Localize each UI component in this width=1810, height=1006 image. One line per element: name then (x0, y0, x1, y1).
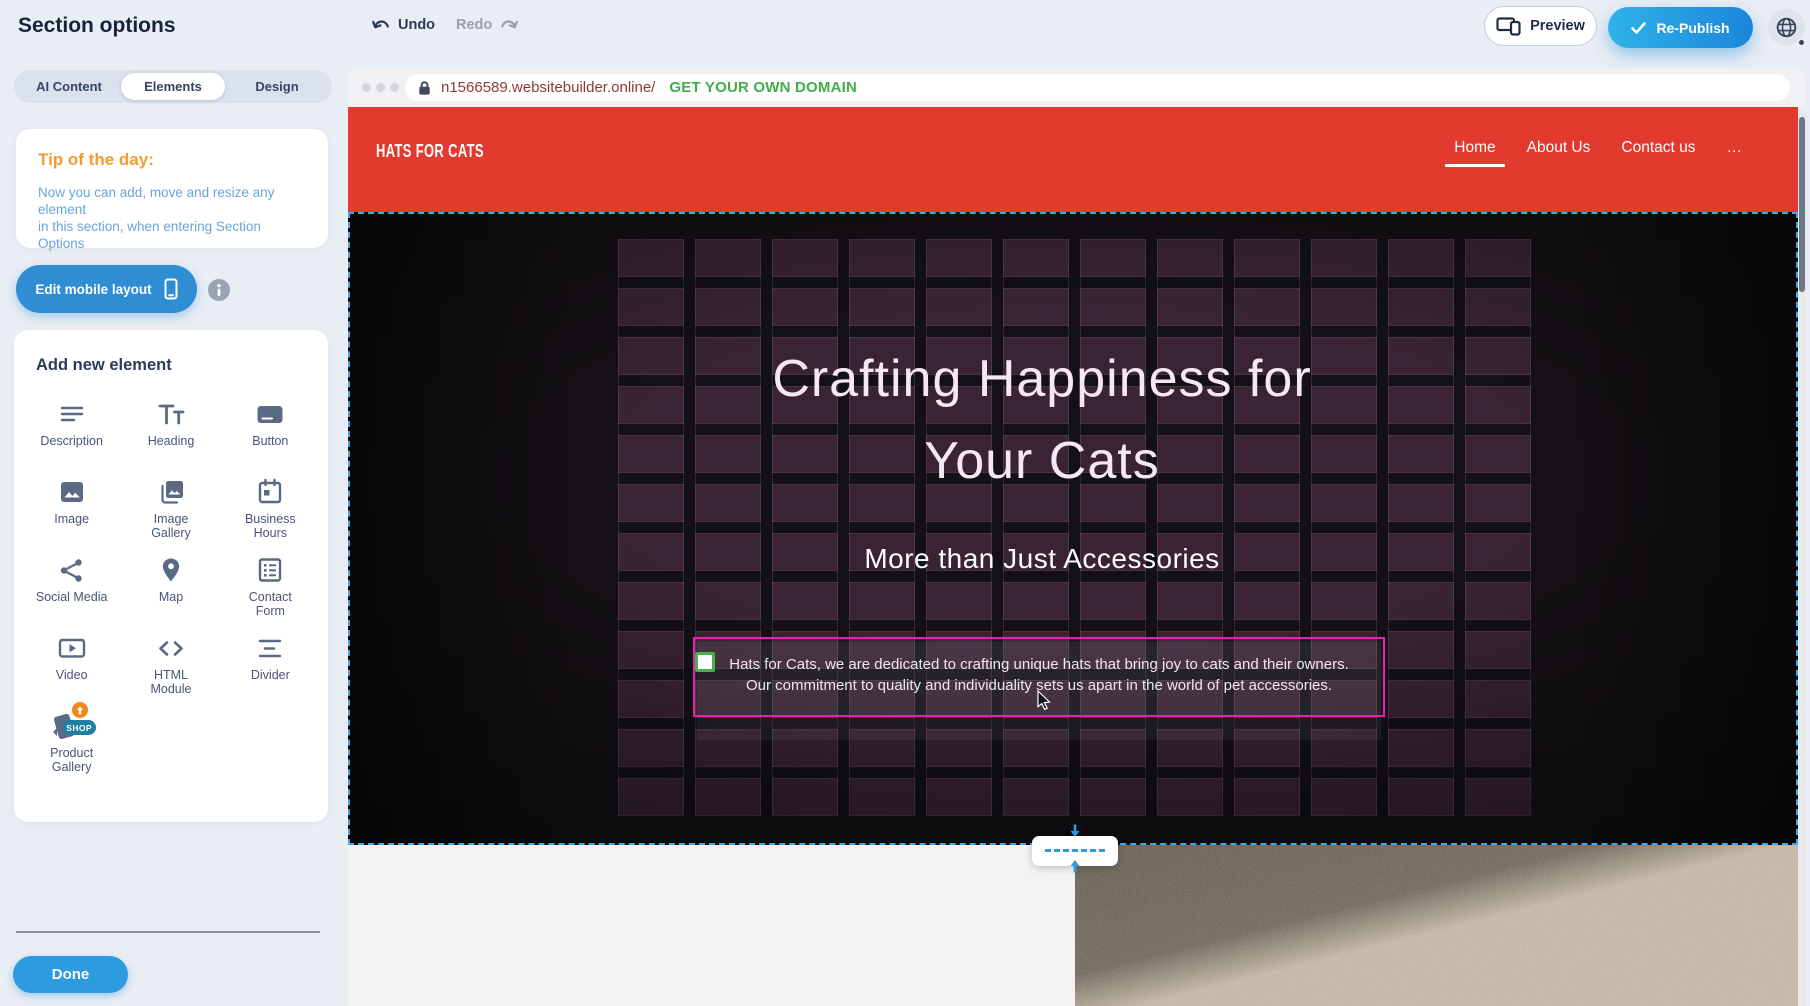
gravel-photo (1075, 845, 1798, 1006)
sidebar-divider (16, 931, 320, 933)
contact-form-icon (255, 552, 285, 588)
arrow-down-icon (1069, 824, 1081, 843)
add-element-title: Add new element (36, 356, 172, 375)
element-heading[interactable]: Heading (121, 392, 220, 470)
nav-home[interactable]: Home (1454, 139, 1495, 167)
nav-contact-us[interactable]: Contact us (1621, 139, 1695, 167)
language-globe-button[interactable] (1768, 9, 1805, 46)
tip-title: Tip of the day: (38, 150, 154, 170)
tip-body: Now you can add, move and resize any ele… (38, 184, 308, 252)
html-module-icon (156, 630, 186, 666)
element-map[interactable]: Map (121, 548, 220, 626)
element-html-module[interactable]: HTML Module (121, 626, 220, 704)
undo-button[interactable]: Undo (372, 17, 435, 33)
selected-paragraph-element[interactable]: Hats for Cats, we are dedicated to craft… (693, 637, 1385, 717)
preview-button[interactable]: Preview (1484, 6, 1597, 46)
redo-button[interactable]: Redo (456, 17, 518, 33)
element-divider[interactable]: Divider (221, 626, 320, 704)
section-resize-handle[interactable] (1032, 836, 1118, 866)
site-preview: HATS FOR CATS Home About Us Contact us …… (348, 107, 1806, 1006)
element-description[interactable]: Description (22, 392, 121, 470)
element-grid: Description Heading Button Image Image G… (14, 392, 328, 782)
tip-body-line1: Now you can add, move and resize any ele… (38, 184, 308, 218)
redo-icon (499, 18, 518, 32)
heading-icon (156, 396, 186, 432)
social-media-icon (57, 552, 87, 588)
map-pin-icon (156, 552, 186, 588)
info-icon[interactable] (208, 279, 230, 301)
site-logo[interactable]: HATS FOR CATS (376, 141, 484, 162)
window-dot-2 (376, 83, 385, 92)
browser-bar: n1566589.websitebuilder.online/ GET YOUR… (348, 68, 1806, 107)
app-window: Section options AI Content Elements Desi… (0, 0, 1810, 1006)
element-social-media[interactable]: Social Media (22, 548, 121, 626)
window-dot-1 (362, 83, 371, 92)
business-hours-icon (255, 474, 285, 510)
edit-mobile-layout-label: Edit mobile layout (35, 282, 151, 297)
element-product-gallery[interactable]: SHOP Product Gallery (22, 704, 121, 782)
globe-status-dot (1797, 38, 1806, 47)
page-title: Section options (18, 14, 176, 38)
panel-tabs: AI Content Elements Design (14, 70, 332, 103)
hero-paragraph[interactable]: Hats for Cats, we are dedicated to craft… (695, 654, 1383, 696)
tab-ai-content[interactable]: AI Content (17, 73, 121, 100)
nav-active-underline (1445, 164, 1504, 167)
hero-section[interactable]: Crafting Happiness for Your Cats More th… (348, 212, 1798, 845)
devices-icon (1496, 17, 1521, 36)
address-bar[interactable]: n1566589.websitebuilder.online/ GET YOUR… (405, 74, 1790, 101)
product-gallery-icon: SHOP (50, 708, 94, 744)
video-icon (57, 630, 87, 666)
site-nav: Home About Us Contact us … (1454, 139, 1742, 167)
get-domain-link[interactable]: GET YOUR OWN DOMAIN (669, 79, 857, 96)
window-dot-3 (390, 83, 399, 92)
element-image[interactable]: Image (22, 470, 121, 548)
divider-icon (255, 630, 285, 666)
resize-dashed-line (1045, 849, 1105, 852)
globe-icon (1775, 16, 1798, 39)
preview-scrollbar[interactable] (1798, 107, 1806, 1006)
done-button[interactable]: Done (13, 956, 128, 993)
site-url[interactable]: n1566589.websitebuilder.online/ (441, 79, 655, 96)
nav-about-us[interactable]: About Us (1527, 139, 1591, 167)
upload-badge-icon (72, 702, 88, 718)
element-drag-handle[interactable] (695, 652, 715, 672)
check-icon (1631, 22, 1646, 34)
shop-badge: SHOP (63, 720, 96, 735)
tab-elements[interactable]: Elements (121, 73, 225, 100)
element-contact-form[interactable]: Contact Form (221, 548, 320, 626)
lock-icon (418, 80, 431, 96)
button-icon (255, 396, 285, 432)
site-header: HATS FOR CATS Home About Us Contact us … (348, 107, 1798, 212)
hero-vignette (348, 212, 1798, 845)
image-gallery-icon (156, 474, 186, 510)
element-business-hours[interactable]: Business Hours (221, 470, 320, 548)
edit-mobile-layout-button[interactable]: Edit mobile layout (16, 265, 197, 313)
element-image-gallery[interactable]: Image Gallery (121, 470, 220, 548)
tip-body-line2: in this section, when entering Section O… (38, 218, 308, 252)
scrollbar-thumb[interactable] (1799, 117, 1805, 292)
description-icon (57, 396, 87, 432)
nav-more-menu[interactable]: … (1727, 139, 1743, 167)
tab-design[interactable]: Design (225, 73, 329, 100)
hero-heading[interactable]: Crafting Happiness for Your Cats (348, 338, 1736, 502)
undo-icon (372, 18, 391, 32)
phone-icon (164, 278, 178, 300)
element-video[interactable]: Video (22, 626, 121, 704)
arrow-up-icon (1069, 859, 1081, 878)
republish-button[interactable]: Re-Publish (1608, 7, 1753, 48)
element-button[interactable]: Button (221, 392, 320, 470)
image-icon (57, 474, 87, 510)
next-section-background (348, 845, 1075, 1006)
hero-subheading[interactable]: More than Just Accessories (348, 543, 1736, 575)
